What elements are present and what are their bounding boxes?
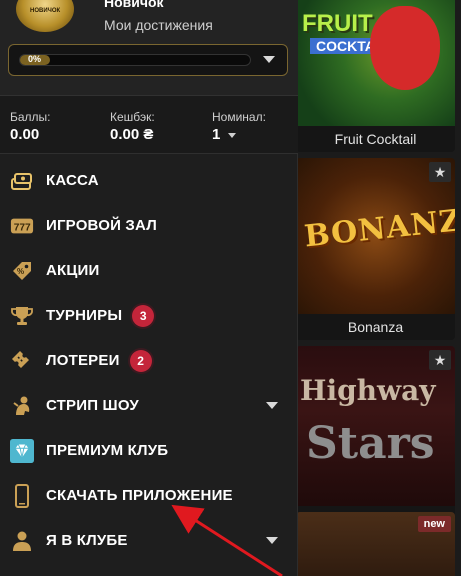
game-art-text: Highway — [300, 374, 436, 407]
game-art-text: FRUIT — [302, 10, 373, 37]
menu-item-cashier[interactable]: КАССА — [0, 158, 298, 203]
tag-icon: % — [10, 259, 34, 283]
game-art-subtext: Stars — [306, 418, 435, 469]
svg-text:777: 777 — [14, 222, 31, 233]
slot-777-icon: 777 — [10, 214, 34, 238]
menu-item-game-hall[interactable]: 777 ИГРОВОЙ ЗАЛ — [0, 203, 298, 248]
game-tile-highway-stars[interactable]: Highway Stars ★ Highway Stars — [296, 346, 455, 532]
new-badge: new — [417, 516, 451, 532]
star-favorite-icon[interactable]: ★ — [429, 350, 451, 370]
menu-item-strip-show[interactable]: СТРИП ШОУ — [0, 383, 298, 428]
notification-badge: 3 — [132, 304, 155, 327]
menu-item-label: СКАЧАТЬ ПРИЛОЖЕНИЕ — [46, 487, 233, 504]
cashback-label: Кешбэк: — [110, 110, 155, 124]
game-art: FRUIT COCKTAIL — [296, 0, 455, 126]
main-menu: КАССА 777 ИГРОВОЙ ЗАЛ % АКЦИИ ТУРНИРЫ 3 — [0, 158, 298, 563]
chevron-down-icon[interactable] — [263, 56, 275, 63]
achievements-link[interactable]: Мои достижения — [104, 17, 213, 33]
menu-item-premium-club[interactable]: ПРЕМИУМ КЛУБ — [0, 428, 298, 473]
menu-item-label: ЛОТЕРЕИ — [46, 352, 120, 369]
avatar-rank-text: НОВИЧОК — [30, 8, 61, 14]
games-grid: FRUIT COCKTAIL Fruit Cocktail BONANZA ★ … — [290, 0, 461, 576]
menu-item-label: СТРИП ШОУ — [46, 397, 139, 414]
rank-label: Новичок — [104, 0, 164, 10]
phone-icon — [10, 483, 34, 508]
sidebar: НОВИЧОК Новичок Мои достижения 0% Баллы:… — [0, 0, 298, 576]
notification-badge: 2 — [129, 349, 152, 372]
star-favorite-icon[interactable]: ★ — [429, 162, 451, 182]
level-progress: 0% — [8, 44, 288, 76]
rank-avatar: НОВИЧОК — [16, 0, 74, 32]
cashback-stat: Кешбэк: 0.00 ₴ — [110, 110, 155, 143]
game-title: Fruit Cocktail — [296, 126, 455, 152]
game-art: Highway Stars — [296, 346, 455, 506]
game-title: Bonanza — [296, 314, 455, 340]
menu-item-in-club[interactable]: Я В КЛУБЕ — [0, 518, 298, 563]
nominal-value: 1 — [212, 126, 221, 143]
cash-icon — [10, 169, 34, 193]
cashback-value: 0.00 ₴ — [110, 126, 154, 143]
menu-item-label: ИГРОВОЙ ЗАЛ — [46, 217, 157, 234]
points-label: Баллы: — [10, 110, 51, 124]
balance-stats: Баллы: 0.00 Кешбэк: 0.00 ₴ Номинал: 1 — [0, 96, 298, 154]
chevron-down-icon — [266, 402, 278, 409]
strawberry-image — [370, 6, 440, 90]
menu-item-tournaments[interactable]: ТУРНИРЫ 3 — [0, 293, 298, 338]
menu-item-promotions[interactable]: % АКЦИИ — [0, 248, 298, 293]
ticket-icon — [10, 349, 34, 373]
game-tile-fruit-cocktail[interactable]: FRUIT COCKTAIL Fruit Cocktail — [296, 0, 455, 152]
trophy-icon — [10, 304, 34, 328]
profile-panel: НОВИЧОК Новичок Мои достижения 0% — [0, 0, 298, 96]
progress-value: 0% — [28, 54, 42, 64]
menu-item-download-app[interactable]: СКАЧАТЬ ПРИЛОЖЕНИЕ — [0, 473, 298, 518]
game-tile-bonanza[interactable]: BONANZA ★ Bonanza — [296, 158, 455, 340]
menu-item-lotteries[interactable]: ЛОТЕРЕИ 2 — [0, 338, 298, 383]
nominal-select[interactable]: Номинал: 1 — [212, 110, 266, 143]
points-stat: Баллы: 0.00 — [10, 110, 51, 143]
progress-fill: 0% — [20, 54, 50, 65]
menu-item-label: Я В КЛУБЕ — [46, 532, 128, 549]
menu-item-label: ПРЕМИУМ КЛУБ — [46, 442, 169, 459]
user-icon — [10, 529, 34, 553]
svg-text:%: % — [17, 267, 24, 276]
chevron-down-icon — [228, 132, 237, 138]
strip-show-icon — [10, 394, 34, 418]
nominal-label: Номинал: — [212, 110, 266, 124]
menu-item-label: ТУРНИРЫ — [46, 307, 123, 324]
game-art-text: BONANZA — [302, 200, 455, 255]
diamond-icon — [10, 438, 34, 463]
nominal-value-row: 1 — [212, 126, 266, 143]
game-tile-partial[interactable]: new — [296, 512, 455, 576]
progress-track: 0% — [19, 54, 251, 66]
menu-item-label: КАССА — [46, 172, 99, 189]
points-value: 0.00 — [10, 126, 40, 143]
menu-item-label: АКЦИИ — [46, 262, 100, 279]
chevron-down-icon — [266, 537, 278, 544]
